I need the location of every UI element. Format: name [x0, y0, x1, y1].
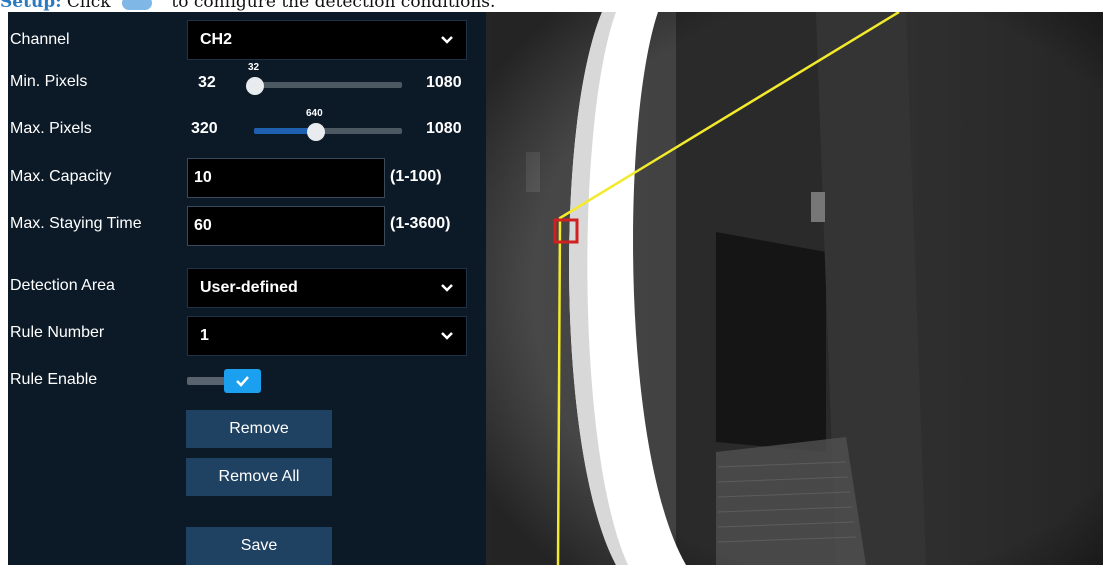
caption-prefix: Setup: [0, 0, 62, 12]
channel-select[interactable]: CH2 [187, 20, 467, 60]
max-pixels-max: 1080 [426, 120, 462, 137]
channel-value: CH2 [200, 31, 233, 48]
rule-enable-label: Rule Enable [10, 371, 98, 388]
settings-panel: Channel CH2 Min. Pixels 32 32 1080 Max. … [8, 12, 486, 565]
min-pixels-min: 32 [198, 74, 216, 91]
min-pixels-thumb[interactable] [246, 77, 264, 95]
min-pixels-thumb-value: 32 [248, 62, 260, 73]
chevron-down-icon [441, 36, 453, 44]
min-pixels-track[interactable] [254, 82, 402, 88]
remove-all-button[interactable]: Remove All [186, 458, 332, 496]
instruction-caption: Setup: Click to configure the detection … [0, 0, 1103, 12]
max-staying-time-range: (1-3600) [390, 215, 451, 232]
channel-label: Channel [10, 31, 70, 48]
detection-area-label: Detection Area [10, 277, 115, 294]
detection-area-value: User-defined [200, 279, 298, 296]
max-capacity-range: (1-100) [390, 168, 442, 185]
max-staying-time-label: Max. Staying Time [10, 215, 142, 232]
max-pixels-track[interactable] [254, 128, 402, 134]
max-capacity-label: Max. Capacity [10, 168, 112, 185]
max-pixels-label: Max. Pixels [10, 120, 92, 137]
rule-enable-toggle-track[interactable] [187, 377, 227, 385]
rule-enable-toggle[interactable] [224, 369, 261, 393]
min-pixels-max: 1080 [426, 74, 462, 91]
rule-number-label: Rule Number [10, 324, 105, 341]
camera-preview[interactable] [486, 12, 1103, 565]
remove-button[interactable]: Remove [186, 410, 332, 448]
caption-text-before: Click [66, 0, 111, 12]
chevron-down-icon [441, 332, 453, 340]
max-capacity-input[interactable]: 10 [187, 158, 385, 198]
caption-text-after: to configure the detection conditions. [171, 0, 496, 12]
max-staying-time-input[interactable]: 60 [187, 206, 385, 246]
camera-image [486, 12, 1103, 565]
save-button[interactable]: Save [186, 527, 332, 565]
rule-number-value: 1 [200, 327, 209, 344]
min-pixels-label: Min. Pixels [10, 73, 88, 90]
settings-icon [122, 0, 152, 10]
max-pixels-min: 320 [191, 120, 218, 137]
detection-area-select[interactable]: User-defined [187, 268, 467, 308]
chevron-down-icon [441, 284, 453, 292]
max-pixels-thumb-value: 640 [306, 108, 323, 119]
checkmark-icon [236, 376, 249, 387]
max-pixels-thumb[interactable] [307, 123, 325, 141]
rule-number-select[interactable]: 1 [187, 316, 467, 356]
